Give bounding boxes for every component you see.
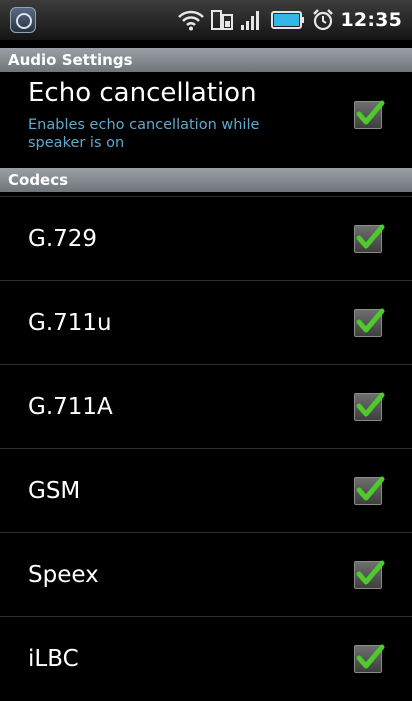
audio-settings-header: Audio Settings bbox=[0, 48, 412, 72]
battery-icon bbox=[270, 9, 305, 31]
codec-label: iLBC bbox=[28, 646, 79, 672]
codec-row-g711a[interactable]: G.711A bbox=[0, 364, 412, 448]
codecs-header: Codecs bbox=[0, 168, 412, 192]
codec-row-g711u[interactable]: G.711u bbox=[0, 280, 412, 364]
codec-label: G.729 bbox=[28, 226, 98, 252]
checkmark-icon bbox=[356, 644, 385, 669]
codec-row-ilbc[interactable]: iLBC bbox=[0, 616, 412, 684]
codec-checkbox[interactable] bbox=[354, 476, 385, 505]
alarm-clock-icon bbox=[312, 9, 334, 31]
codec-label: GSM bbox=[28, 478, 81, 504]
codec-row-g729[interactable]: G.729 bbox=[0, 196, 412, 280]
echo-cancellation-pref[interactable]: Echo cancellation Enables echo cancellat… bbox=[0, 74, 412, 162]
checkmark-icon bbox=[356, 560, 385, 585]
codec-label: Speex bbox=[28, 562, 99, 588]
codec-checkbox[interactable] bbox=[354, 644, 385, 673]
checkmark-icon bbox=[356, 392, 385, 417]
status-icons: 12:35 bbox=[177, 8, 402, 32]
app-notification-icon bbox=[10, 7, 36, 33]
codec-checkbox[interactable] bbox=[354, 560, 385, 589]
echo-cancellation-title: Echo cancellation bbox=[28, 78, 257, 108]
codec-label: G.711A bbox=[28, 394, 113, 420]
checkmark-icon bbox=[356, 308, 385, 333]
status-bar: 12:35 bbox=[0, 0, 412, 40]
codec-row-speex[interactable]: Speex bbox=[0, 532, 412, 616]
status-time: 12:35 bbox=[340, 9, 402, 31]
codec-checkbox[interactable] bbox=[354, 224, 385, 253]
data-transfer-icon bbox=[210, 9, 233, 31]
echo-cancellation-checkbox[interactable] bbox=[354, 100, 385, 129]
codec-checkbox[interactable] bbox=[354, 392, 385, 421]
checkmark-icon bbox=[356, 100, 385, 125]
codec-checkbox[interactable] bbox=[354, 308, 385, 337]
checkmark-icon bbox=[356, 476, 385, 501]
checkmark-icon bbox=[356, 224, 385, 249]
codec-row-gsm[interactable]: GSM bbox=[0, 448, 412, 532]
echo-cancellation-summary: Enables echo cancellation while speaker … bbox=[28, 117, 260, 151]
wifi-icon bbox=[177, 9, 204, 31]
signal-bars-icon bbox=[240, 9, 264, 31]
codec-label: G.711u bbox=[28, 310, 112, 336]
